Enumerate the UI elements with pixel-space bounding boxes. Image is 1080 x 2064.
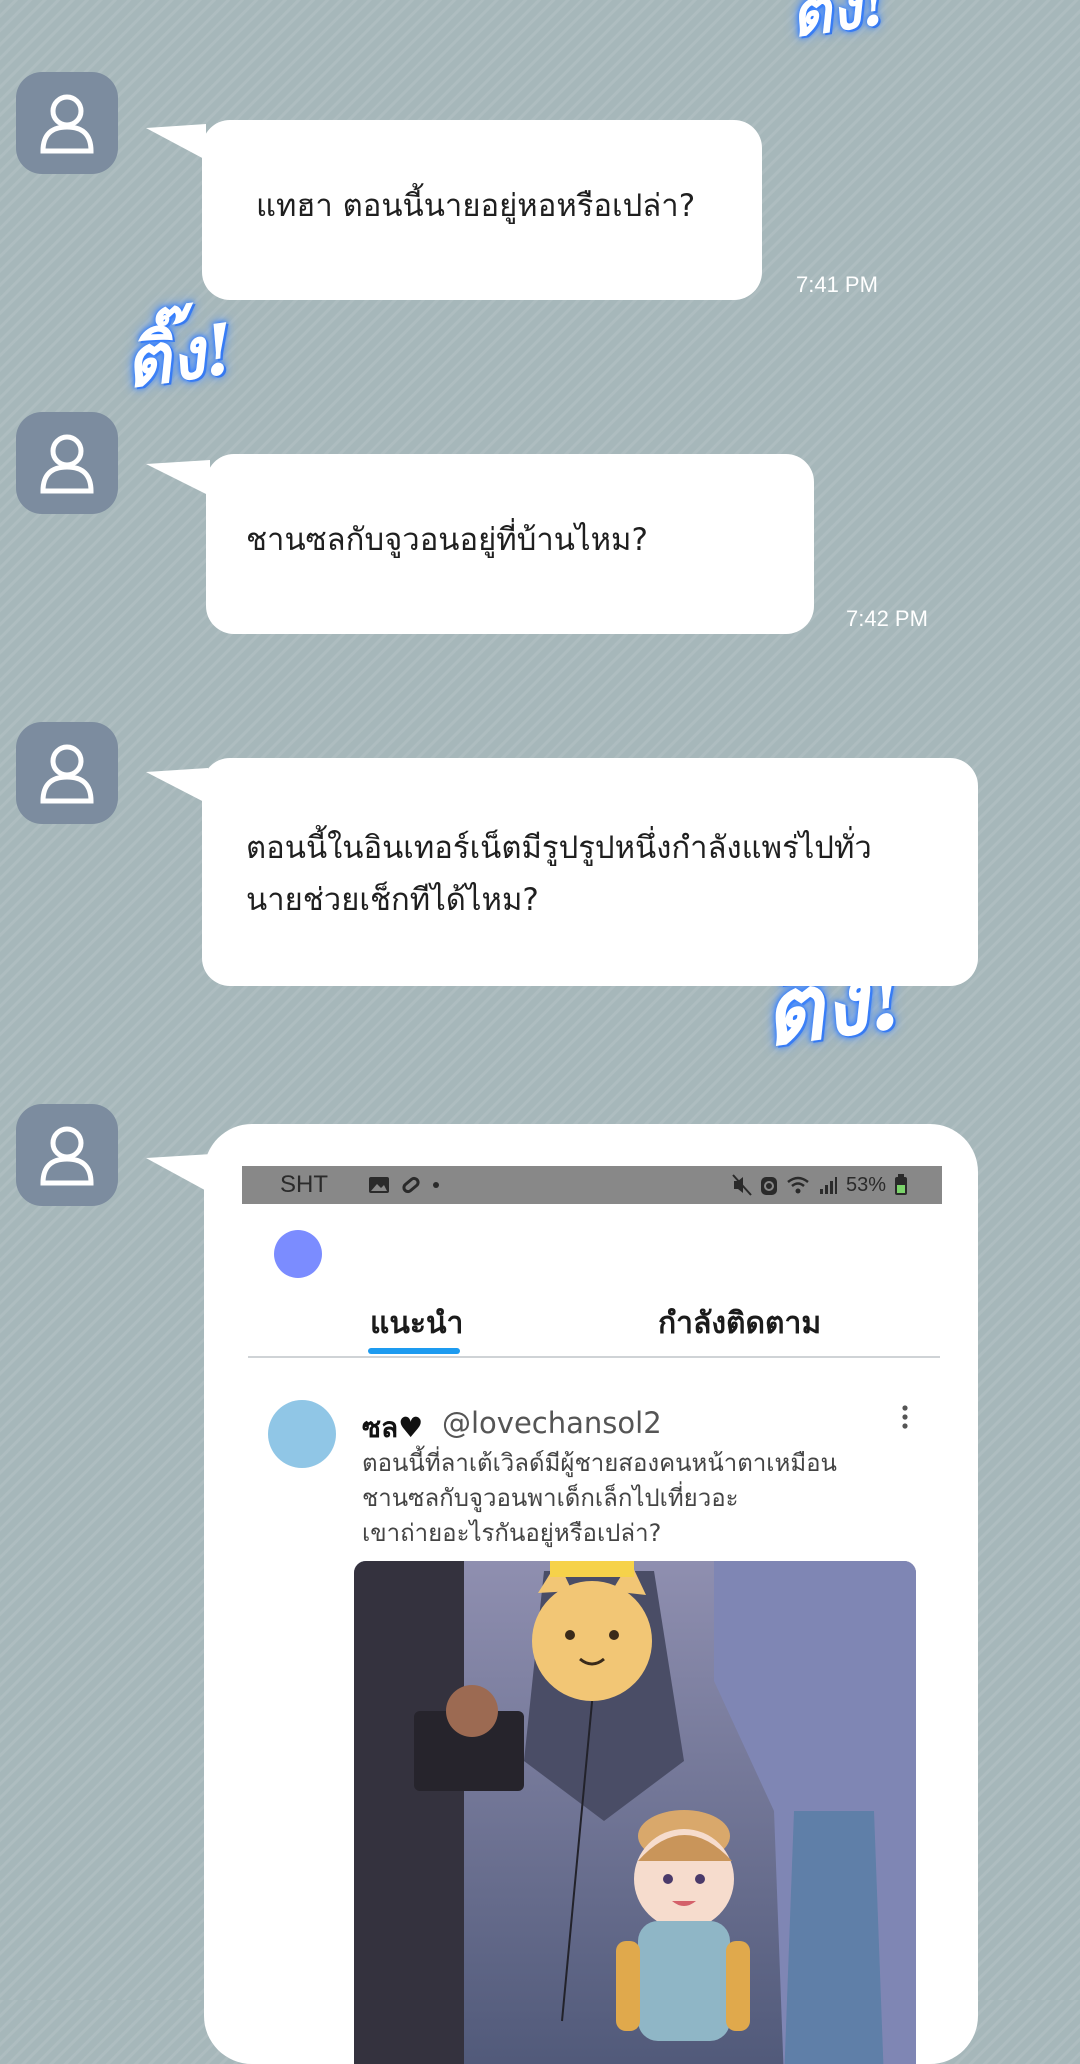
- link-icon: [400, 1175, 422, 1195]
- message-text-line: นายช่วยเช็กทีได้ไหม?: [246, 882, 539, 918]
- message-text: ชานซลกับจูวอนอยู่ที่บ้านไหม?: [246, 522, 648, 558]
- tab-recommended[interactable]: แนะนำ: [370, 1300, 463, 1347]
- bubble-tail: [146, 460, 210, 496]
- bubble-tail: [146, 1154, 212, 1194]
- bubble-tail: [146, 768, 208, 804]
- status-bar: SHT 53%: [242, 1166, 942, 1204]
- post-text-line: เขาถ่ายอะไรกันอยู่หรือเปล่า?: [362, 1519, 662, 1547]
- feed-tabs: แนะนำ กำลังติดตาม: [248, 1286, 940, 1358]
- tab-following[interactable]: กำลังติดตาม: [658, 1300, 821, 1347]
- user-icon: [40, 744, 94, 804]
- post-author-name[interactable]: ซล♥: [362, 1406, 423, 1450]
- battery-icon: [895, 1174, 907, 1195]
- screenshot-message[interactable]: SHT 53% แนะนำ กำลังติดตาม ซล♥ @lovechans…: [204, 1124, 978, 2064]
- mute-icon: [732, 1174, 752, 1196]
- battery-percent: 53%: [845, 1173, 886, 1196]
- carrier-label: SHT: [280, 1171, 328, 1198]
- message-time: 7:42 PM: [846, 606, 928, 631]
- message-text-line: ตอนนี้ในอินเทอร์เน็ตมีรูปรูปหนึ่งกำลังแพ…: [246, 830, 872, 866]
- avatar[interactable]: [16, 1104, 118, 1206]
- post-text-line: ตอนนี้ที่ลาเต้เวิลด์มีผู้ชายสองคนหน้าตาเ…: [362, 1449, 837, 1477]
- post-text: ตอนนี้ที่ลาเต้เวิลด์มีผู้ชายสองคนหน้าตาเ…: [362, 1446, 922, 1551]
- recycle-icon: [760, 1177, 777, 1195]
- post-avatar[interactable]: [268, 1400, 336, 1468]
- post-image[interactable]: [354, 1561, 916, 2064]
- avatar[interactable]: [16, 412, 118, 514]
- sound-effect-left: ติ๊ง!: [118, 306, 240, 405]
- post-text-line: ชานซลกับจูวอนพาเด็กเล็กไปเที่ยวอะ: [362, 1484, 739, 1512]
- sound-effect-top: ติ๊ง!: [785, 0, 893, 52]
- message-bubble[interactable]: แทฮา ตอนนี้นายอยู่หอหรือเปล่า?: [202, 120, 762, 300]
- active-tab-indicator: [368, 1348, 460, 1354]
- message-bubble[interactable]: ตอนนี้ในอินเทอร์เน็ตมีรูปรูปหนึ่งกำลังแพ…: [202, 758, 978, 986]
- image-icon: [368, 1176, 390, 1194]
- avatar[interactable]: [16, 722, 118, 824]
- message-time: 7:41 PM: [796, 272, 878, 297]
- user-icon: [40, 94, 94, 154]
- dot-icon: [432, 1181, 440, 1189]
- bubble-tail: [146, 124, 206, 160]
- post-author-handle[interactable]: @lovechansol2: [442, 1406, 662, 1440]
- signal-icon: [819, 1177, 837, 1194]
- more-options-icon[interactable]: [900, 1404, 910, 1430]
- avatar[interactable]: [16, 72, 118, 174]
- wifi-icon: [787, 1176, 809, 1194]
- user-icon: [40, 434, 94, 494]
- message-text: แทฮา ตอนนี้นายอยู่หอหรือเปล่า?: [256, 188, 696, 224]
- user-icon: [40, 1126, 94, 1186]
- message-bubble[interactable]: ชานซลกับจูวอนอยู่ที่บ้านไหม?: [206, 454, 814, 634]
- status-icons: 53%: [732, 1174, 908, 1197]
- profile-avatar[interactable]: [274, 1230, 322, 1278]
